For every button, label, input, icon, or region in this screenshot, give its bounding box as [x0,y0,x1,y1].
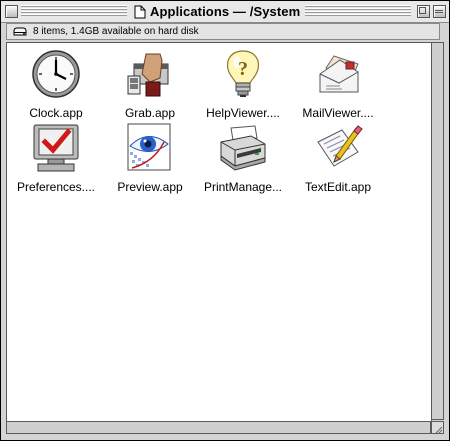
icon-item-grab[interactable]: Grab.app [102,48,198,120]
hard-disk-icon [13,27,27,35]
window-title-text: Applications — /System [150,4,301,19]
mail-envelope-icon [319,55,359,93]
eye-icon [127,123,171,171]
printer-icon [220,125,266,171]
preferences-monitor-icon [33,124,79,172]
window-info-bar: 8 items, 1.4GB available on hard disk [6,23,440,40]
lightbulb-icon: ? [226,50,260,97]
icon-label: Clock.app [29,106,83,120]
zoom-box-button[interactable] [417,5,430,18]
icon-label: Preview.app [117,180,183,194]
title-bar-stripes-right [305,5,411,17]
icon-item-preview[interactable]: Preview.app [102,122,198,194]
icon-label: HelpViewer.... [206,106,280,120]
icon-label: PrintManage... [203,180,283,194]
icon-item-helpviewer[interactable]: ? HelpViewer.... [195,48,291,120]
close-box-button[interactable] [5,5,18,18]
folder-proxy-icon[interactable] [134,5,146,19]
resize-grip-icon [434,426,443,435]
grab-icon [127,53,169,97]
collapse-box-button[interactable] [433,5,446,18]
icon-item-preferences[interactable]: Preferences.... [8,122,104,194]
icon-label: Preferences.... [16,180,96,194]
resize-grow-box[interactable] [431,421,444,435]
svg-text:?: ? [238,58,248,80]
icon-item-textedit[interactable]: TextEdit.app [290,122,386,194]
clock-icon [32,50,80,98]
finder-window: Applications — /System 8 items, 1.4GB av… [0,0,450,441]
title-bar-stripes-left [21,5,127,17]
window-title: Applications — /System [130,3,305,20]
icon-view-area[interactable]: Clock.app Grab.app ? HelpViewer.... Mail… [6,42,432,422]
icon-label: Grab.app [124,106,176,120]
icon-label: TextEdit.app [304,180,372,194]
disk-space-status: 8 items, 1.4GB available on hard disk [33,26,199,37]
vertical-scrollbar[interactable] [431,42,444,420]
icon-item-clock[interactable]: Clock.app [8,48,104,120]
icon-label: MailViewer.... [302,106,374,120]
horizontal-scrollbar[interactable] [6,421,431,434]
pen-document-icon [317,125,363,167]
icon-item-mailviewer[interactable]: MailViewer.... [290,48,386,120]
title-bar[interactable]: Applications — /System [1,1,449,23]
icon-item-printmanager[interactable]: PrintManage... [195,122,291,194]
